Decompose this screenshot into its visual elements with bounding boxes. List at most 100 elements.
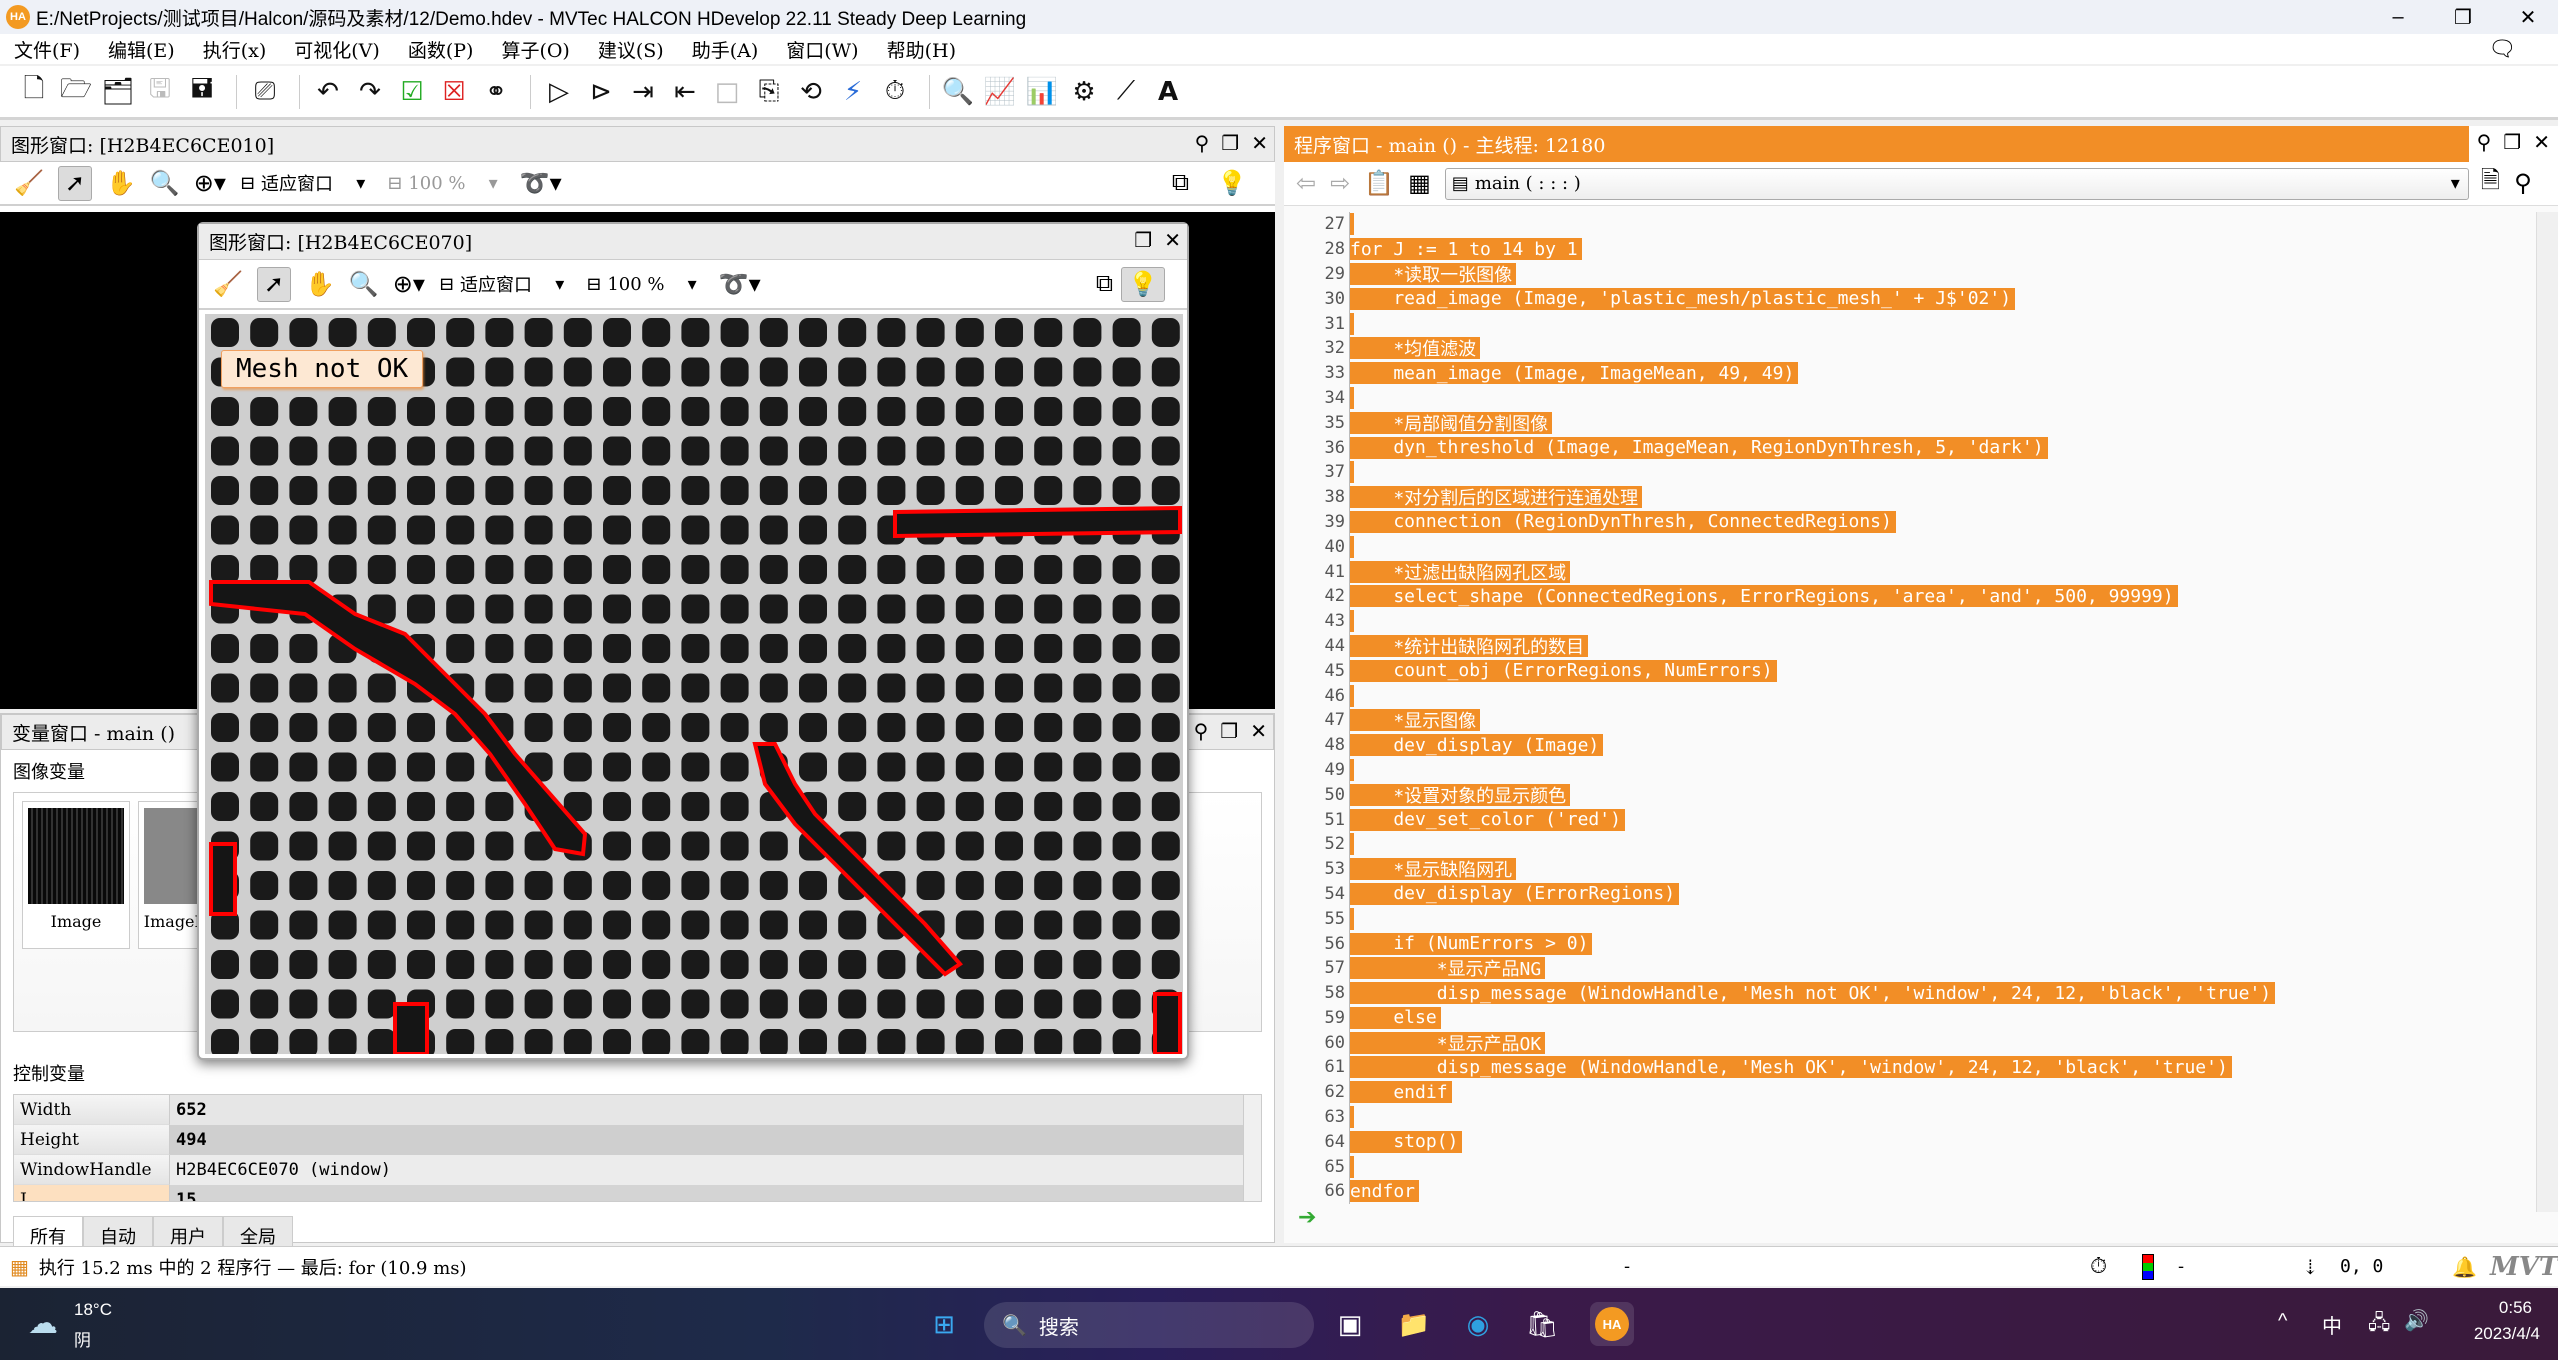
menu-help[interactable]: 帮助(H) [887,36,956,63]
zoom-in-icon[interactable]: ⊕▾ [393,270,425,299]
code-line[interactable]: 34 [1284,385,2524,411]
code-line[interactable]: 33 mean_image (Image, ImageMean, 49, 49) [1284,360,2524,386]
code-line[interactable]: 62 endif [1284,1079,2524,1105]
deactivate-icon[interactable]: ☒ [436,74,472,110]
clipboard-icon[interactable]: 📋 [1364,169,1394,198]
activate-icon[interactable]: ☑ [394,74,430,110]
zoom-percent-dropdown[interactable]: ⊟ 100 % ▾ [586,274,696,295]
weather-cloud-icon[interactable]: ☁ [28,1306,58,1341]
find-binoculars-icon[interactable]: ⚭ [478,74,514,110]
pan-hand-icon[interactable]: ✋ [305,270,335,299]
code-line[interactable]: 43 [1284,608,2524,634]
procedure-edit-icon[interactable]: 🗎 [2481,163,2500,204]
restore-button[interactable]: ❐ [2433,0,2493,34]
windows-start-icon[interactable]: ⊞ [922,1302,966,1346]
pointer-icon[interactable]: ➚ [256,266,291,302]
code-line[interactable]: 48 dev_display (Image) [1284,732,2524,758]
code-line[interactable]: 64 stop() [1284,1129,2524,1155]
forward-arrow-icon[interactable]: ⇨ [1330,169,1350,198]
minimize-button[interactable]: – [2368,0,2428,34]
code-line[interactable]: 66 endfor [1284,1179,2524,1204]
stop-icon[interactable]: □ [709,74,745,110]
menu-operators[interactable]: 算子(O) [501,36,569,63]
edge-browser-icon[interactable]: ◉ [1456,1302,1500,1346]
clear-broom-icon[interactable]: 🧹 [213,270,243,299]
save-all-icon[interactable]: 🖬 [184,74,220,110]
lightbulb-icon[interactable]: 💡 [1217,169,1247,198]
step-into-icon[interactable]: ⇥ [625,74,661,110]
bell-icon[interactable]: 🔔 [2452,1255,2477,1279]
control-var-row[interactable]: J 15 [14,1185,1261,1201]
zoom-window-icon[interactable]: 🔍 [940,74,976,110]
store-icon[interactable]: 🛍 [1520,1302,1564,1346]
redo-icon[interactable]: ↷ [352,74,388,110]
menu-visualization[interactable]: 可视化(V) [294,36,380,63]
code-line[interactable]: 50 *设置对象的显示颜色 [1284,782,2524,808]
code-line[interactable]: 54 dev_display (ErrorRegions) [1284,881,2524,907]
ime-indicator[interactable]: 中 [2322,1310,2342,1339]
stopwatch-icon[interactable]: ⏱ [2090,1254,2107,1279]
menu-edit[interactable]: 编辑(E) [108,36,175,63]
code-line[interactable]: 37 [1284,459,2524,485]
feedback-icon[interactable]: 🗨 [2488,37,2516,62]
profiler-stopwatch-icon[interactable]: ⏱ [877,74,913,110]
control-vars-scrollbar[interactable] [1243,1095,1261,1201]
code-line[interactable]: 46 [1284,683,2524,708]
pin-icon[interactable]: ⚲ [2477,130,2492,158]
float-icon[interactable]: ❐ [1220,719,1238,743]
zoom-in-icon[interactable]: ⊕▾ [194,169,226,198]
pin-icon[interactable]: ⚲ [1194,719,1209,743]
code-line[interactable]: 56 if (NumErrors > 0) [1284,931,2524,956]
code-line[interactable]: 31 [1284,311,2524,336]
zoom-percent-dropdown[interactable]: ⊟ 100 % ▾ [387,173,497,194]
gray-profile-icon[interactable]: ⟋ [1108,74,1144,110]
code-line[interactable]: 45 count_obj (ErrorRegions, NumErrors) [1284,658,2524,684]
code-line[interactable]: 61 disp_message (WindowHandle, 'Mesh OK'… [1284,1055,2524,1080]
menu-file[interactable]: 文件(F) [14,36,80,63]
open-file-icon[interactable]: 🗁 [58,74,94,110]
clock-date[interactable]: 2023/4/4 [2474,1324,2540,1344]
fit-window-dropdown[interactable]: ⊟ 适应窗口 ▾ [240,170,365,196]
menu-procedures[interactable]: 函数(P) [408,36,474,63]
code-editor[interactable]: 27 28 for J := 1 to 14 by 1 29 *读取一张图像 30 re… [1284,212,2524,1212]
menu-assistants[interactable]: 助手(A) [692,36,759,63]
code-line[interactable]: 60 *显示产品OK [1284,1030,2524,1056]
histogram-icon[interactable]: 📊 [1024,74,1060,110]
float-icon[interactable]: ❐ [1134,228,1152,252]
control-var-row[interactable]: WindowHandle H2B4EC6CE070 (window) [14,1155,1261,1185]
clear-broom-icon[interactable]: 🧹 [14,169,44,198]
pointer-icon[interactable]: ➚ [57,165,92,201]
code-line[interactable]: 59 else [1284,1005,2524,1031]
code-line[interactable]: 30 read_image (Image, 'plastic_mesh/plas… [1284,286,2524,312]
control-var-row[interactable]: Height 494 [14,1125,1261,1155]
open-example-icon[interactable]: 🗂 [100,74,136,110]
insert-code-icon[interactable]: ⎘ [751,74,787,110]
magnify-icon[interactable]: 🔍 [349,270,379,299]
task-view-icon[interactable]: ▣ [1328,1302,1372,1346]
code-line[interactable]: 53 *显示缺陷网孔 [1284,856,2524,882]
image-var-thumb[interactable]: Image [22,801,130,949]
new-file-icon[interactable]: 🗋 [16,74,52,110]
close-icon[interactable]: ✕ [1251,131,1268,155]
unpin-icon[interactable]: ⚲ [2514,169,2532,198]
back-arrow-icon[interactable]: ⇦ [1296,169,1316,198]
step-out-icon[interactable]: ⇤ [667,74,703,110]
code-line[interactable]: 28 for J := 1 to 14 by 1 [1284,236,2524,262]
file-explorer-icon[interactable]: 📁 [1392,1302,1436,1346]
grid-icon[interactable]: ▦ [1408,169,1431,198]
draw-region-icon[interactable]: ➰▾ [719,270,761,299]
menu-suggestions[interactable]: 建议(S) [598,36,664,63]
close-icon[interactable]: ✕ [1250,719,1267,743]
float-icon[interactable]: ❐ [1221,131,1239,155]
save-icon[interactable]: 🖫 [142,74,178,110]
float-icon[interactable]: ❐ [2503,130,2521,158]
mesh-image-canvas[interactable]: Mesh not OK [205,314,1183,1054]
undo-icon[interactable]: ↶ [310,74,346,110]
ocr-icon[interactable]: A [1150,74,1186,110]
draw-region-icon[interactable]: ➰▾ [520,169,562,198]
run-icon[interactable]: ▷ [541,74,577,110]
code-line[interactable]: 41 *过滤出缺陷网孔区域 [1284,559,2524,584]
code-line[interactable]: 27 [1284,212,2524,237]
layers-icon[interactable]: ⧉ [1096,270,1113,298]
code-line[interactable]: 52 [1284,831,2524,857]
